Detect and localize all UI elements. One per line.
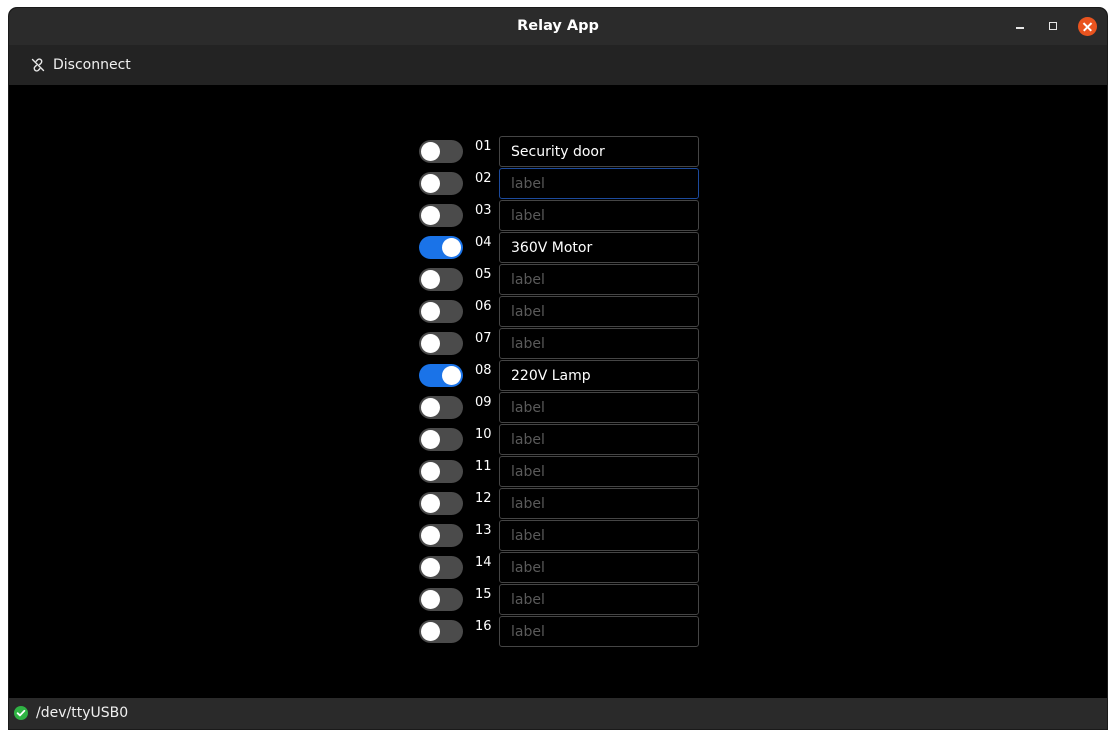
relay-number: 09 [475, 395, 492, 410]
relay-label-input[interactable] [499, 392, 699, 423]
relay-number: 06 [475, 299, 492, 314]
relay-toggle[interactable] [419, 460, 463, 483]
relay-number: 07 [475, 331, 492, 346]
relay-toggle[interactable] [419, 300, 463, 323]
relay-row: 16 [418, 616, 718, 648]
relay-row: 08 [418, 360, 718, 392]
toggle-knob [421, 462, 440, 481]
relay-label-input[interactable] [499, 616, 699, 647]
relay-panel: 01 02 03 04 05 06 07 08 09 10 11 12 13 14 15 16 [9, 85, 1107, 698]
toggle-knob [421, 590, 440, 609]
relay-number: 11 [475, 459, 492, 474]
check-circle-icon [14, 706, 28, 720]
relay-label-input[interactable] [499, 520, 699, 551]
relay-label-input[interactable] [499, 584, 699, 615]
relay-label-input[interactable] [499, 168, 699, 199]
relay-row: 09 [418, 392, 718, 424]
toolbar: Disconnect [9, 45, 1107, 85]
relay-number: 04 [475, 235, 492, 250]
relay-number: 08 [475, 363, 492, 378]
disconnect-label: Disconnect [53, 57, 131, 73]
relay-number: 05 [475, 267, 492, 282]
relay-number: 03 [475, 203, 492, 218]
toggle-knob [421, 174, 440, 193]
toggle-knob [421, 334, 440, 353]
toggle-knob [421, 558, 440, 577]
relay-label-input[interactable] [499, 264, 699, 295]
relay-toggle[interactable] [419, 332, 463, 355]
relay-label-input[interactable] [499, 232, 699, 263]
relay-number: 14 [475, 555, 492, 570]
relay-toggle[interactable] [419, 588, 463, 611]
maximize-button[interactable] [1042, 8, 1066, 45]
relay-row: 12 [418, 488, 718, 520]
relay-row: 05 [418, 264, 718, 296]
toggle-knob [442, 366, 461, 385]
toggle-knob [442, 238, 461, 257]
relay-row: 11 [418, 456, 718, 488]
relay-label-input[interactable] [499, 456, 699, 487]
close-button[interactable] [1078, 17, 1097, 36]
window-title: Relay App [517, 18, 599, 34]
relay-number: 10 [475, 427, 492, 442]
relay-label-input[interactable] [499, 296, 699, 327]
toggle-knob [421, 398, 440, 417]
relay-toggle[interactable] [419, 364, 463, 387]
relay-row: 07 [418, 328, 718, 360]
relay-toggle[interactable] [419, 140, 463, 163]
disconnect-button[interactable]: Disconnect [23, 51, 139, 79]
toggle-knob [421, 142, 440, 161]
unlink-icon [31, 58, 45, 72]
relay-label-input[interactable] [499, 552, 699, 583]
serial-port-label: /dev/ttyUSB0 [36, 705, 129, 721]
relay-toggle[interactable] [419, 236, 463, 259]
relay-list: 01 02 03 04 05 06 07 08 09 10 11 12 13 14 15 16 [418, 136, 718, 648]
relay-toggle[interactable] [419, 492, 463, 515]
relay-toggle[interactable] [419, 268, 463, 291]
relay-toggle[interactable] [419, 396, 463, 419]
relay-row: 02 [418, 168, 718, 200]
relay-row: 10 [418, 424, 718, 456]
toggle-knob [421, 206, 440, 225]
relay-label-input[interactable] [499, 200, 699, 231]
relay-toggle[interactable] [419, 428, 463, 451]
toggle-knob [421, 494, 440, 513]
relay-number: 12 [475, 491, 492, 506]
relay-row: 01 [418, 136, 718, 168]
relay-label-input[interactable] [499, 360, 699, 391]
relay-row: 04 [418, 232, 718, 264]
relay-label-input[interactable] [499, 136, 699, 167]
toggle-knob [421, 270, 440, 289]
relay-toggle[interactable] [419, 620, 463, 643]
relay-number: 02 [475, 171, 492, 186]
toggle-knob [421, 526, 440, 545]
relay-toggle[interactable] [419, 524, 463, 547]
status-bar: /dev/ttyUSB0 [9, 698, 1107, 729]
relay-row: 14 [418, 552, 718, 584]
relay-label-input[interactable] [499, 328, 699, 359]
relay-row: 15 [418, 584, 718, 616]
relay-label-input[interactable] [499, 488, 699, 519]
relay-row: 03 [418, 200, 718, 232]
relay-toggle[interactable] [419, 172, 463, 195]
relay-number: 16 [475, 619, 492, 634]
toggle-knob [421, 430, 440, 449]
relay-label-input[interactable] [499, 424, 699, 455]
relay-row: 06 [418, 296, 718, 328]
relay-number: 13 [475, 523, 492, 538]
relay-toggle[interactable] [419, 556, 463, 579]
relay-number: 01 [475, 139, 492, 154]
toggle-knob [421, 302, 440, 321]
minimize-button[interactable] [1008, 8, 1032, 45]
relay-number: 15 [475, 587, 492, 602]
title-bar[interactable]: Relay App [9, 8, 1107, 45]
relay-row: 13 [418, 520, 718, 552]
toggle-knob [421, 622, 440, 641]
relay-toggle[interactable] [419, 204, 463, 227]
app-window: Relay App Disconnect 01 02 03 04 05 06 07 08 09 1… [9, 8, 1107, 729]
